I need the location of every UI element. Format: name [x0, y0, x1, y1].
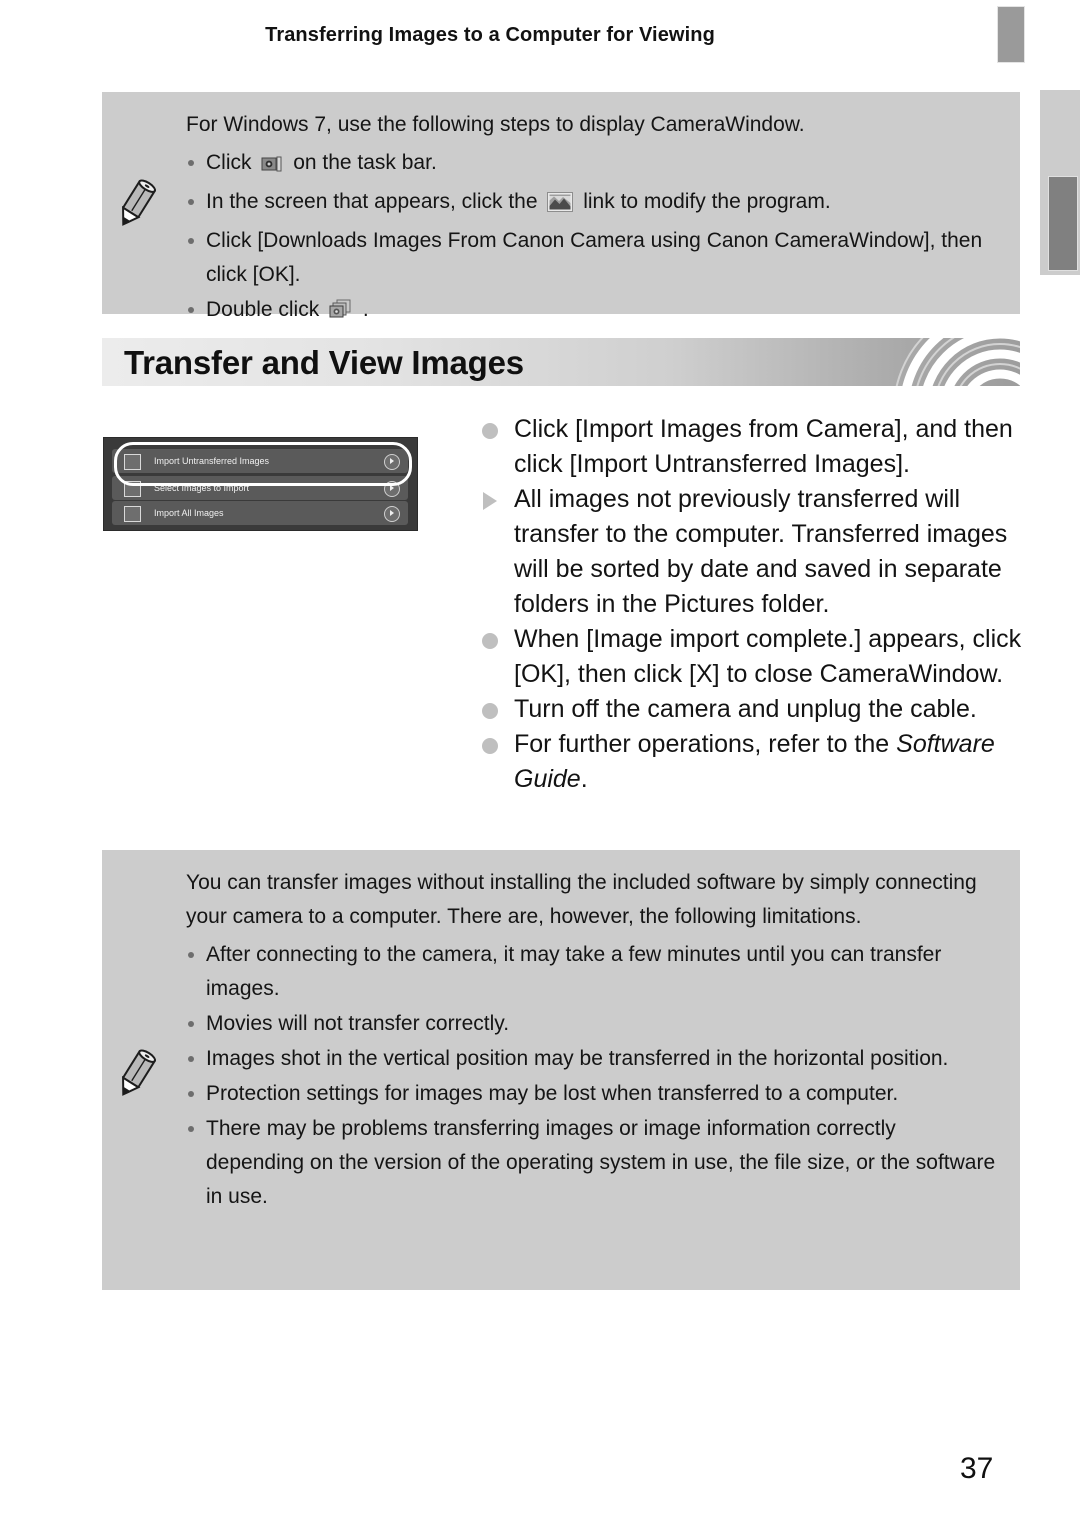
note-bottom-item-4: Protection settings for images may be lo… [186, 1077, 998, 1111]
note-top-item-1: Click on the task bar. [186, 146, 998, 184]
import-all-icon [124, 506, 141, 522]
side-tab-dark-marker-icon [1048, 176, 1078, 271]
menu-row-import-all[interactable]: Import All Images [112, 501, 408, 525]
white-oval-highlight-callout [114, 442, 412, 486]
note-top-item-1-post: on the task bar. [293, 151, 437, 174]
note-top-lead: For Windows 7, use the following steps t… [186, 113, 805, 136]
instruction-steps: Click [Import Images from Camera], and t… [478, 412, 1026, 797]
step-5-tail: . [580, 765, 588, 793]
note-top-item-2-post: link to modify the program. [583, 190, 831, 213]
note-top-list: Click on the task bar. In the screen tha… [186, 146, 998, 331]
pencil-note-icon [114, 178, 158, 230]
note-top-item-4-post: . [362, 298, 369, 321]
section-title: Transfer and View Images [124, 344, 524, 381]
page-number: 37 [960, 1452, 994, 1485]
concentric-rings-decoration [895, 338, 1020, 386]
note-bottom-lead: You can transfer images without installi… [186, 871, 977, 928]
step-3: When [Image import complete.] appears, c… [478, 622, 1026, 692]
note-top-item-4-pre: Double click [206, 298, 320, 321]
note-bottom-list: After connecting to the camera, it may t… [186, 938, 998, 1214]
note-top-item-3: Click [Downloads Images From Canon Camer… [186, 224, 998, 292]
note-box-bottom: You can transfer images without installi… [102, 850, 1020, 1290]
picture-thumbnail-icon [547, 189, 574, 223]
step-1: Click [Import Images from Camera], and t… [478, 412, 1026, 482]
note-top-item-1-pre: Click [206, 151, 252, 174]
camerawindow-import-menu-screenshot: Import Untransferred Images Select Image… [103, 437, 418, 531]
page-header: Transferring Images to a Computer for Vi… [265, 24, 715, 46]
step-5: For further operations, refer to the Sof… [478, 727, 1026, 797]
note-bottom-item-2: Movies will not transfer correctly. [186, 1007, 998, 1041]
pencil-note-icon [114, 1048, 158, 1100]
header-tab-marker-icon [997, 6, 1025, 63]
menu-row-import-all-label: Import All Images [154, 508, 224, 518]
chevron-right-icon[interactable] [384, 506, 400, 522]
step-5-text: For further operations, refer to the [514, 730, 897, 758]
note-box-top: For Windows 7, use the following steps t… [102, 92, 1020, 321]
note-top-item-4: Double click . [186, 293, 998, 331]
note-bottom-item-1: After connecting to the camera, it may t… [186, 938, 998, 1006]
step-2: All images not previously transferred wi… [478, 482, 1026, 622]
taskbar-camera-icon [261, 150, 283, 184]
note-bottom-item-5: There may be problems transferring image… [186, 1112, 998, 1214]
camerawindow-app-icon [329, 297, 353, 331]
note-bottom-item-3: Images shot in the vertical position may… [186, 1042, 998, 1076]
note-top-item-2: In the screen that appears, click the li… [186, 185, 998, 223]
step-4: Turn off the camera and unplug the cable… [478, 692, 1026, 727]
note-top-item-2-pre: In the screen that appears, click the [206, 190, 538, 213]
